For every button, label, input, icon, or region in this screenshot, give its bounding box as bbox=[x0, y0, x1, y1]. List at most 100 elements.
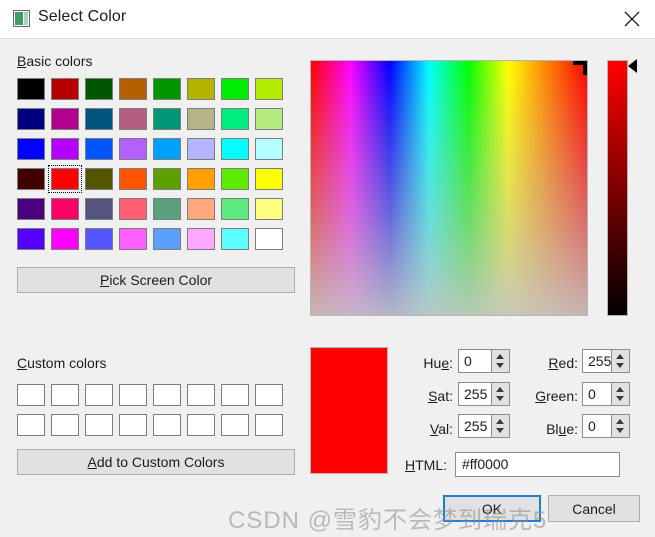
green-label-post: reen: bbox=[546, 388, 578, 404]
gradient-cursor-crosshair[interactable] bbox=[573, 61, 587, 75]
hue-label-post: : bbox=[449, 355, 453, 371]
basic-color-swatch-1-1[interactable] bbox=[51, 108, 79, 130]
basic-color-swatch-4-3[interactable] bbox=[119, 198, 147, 220]
val-mnemonic: V bbox=[429, 421, 439, 437]
basic-color-swatch-4-5[interactable] bbox=[187, 198, 215, 220]
basic-color-swatch-0-4[interactable] bbox=[153, 78, 181, 100]
basic-color-swatch-2-1[interactable] bbox=[51, 138, 79, 160]
custom-color-swatch-1-6[interactable] bbox=[221, 414, 249, 436]
close-icon[interactable] bbox=[609, 0, 655, 37]
green-stepper[interactable] bbox=[611, 383, 629, 405]
basic-color-swatch-1-2[interactable] bbox=[85, 108, 113, 130]
basic-color-swatch-5-4[interactable] bbox=[153, 228, 181, 250]
green-spinbox[interactable]: 0 bbox=[582, 382, 630, 406]
custom-colors-grid[interactable] bbox=[17, 384, 289, 444]
custom-color-swatch-1-2[interactable] bbox=[85, 414, 113, 436]
basic-color-swatch-4-6[interactable] bbox=[221, 198, 249, 220]
value-slider-handle-icon[interactable] bbox=[628, 59, 637, 73]
basic-color-swatch-1-0[interactable] bbox=[17, 108, 45, 130]
sat-spinbox[interactable]: 255 bbox=[458, 382, 510, 406]
custom-color-swatch-0-0[interactable] bbox=[17, 384, 45, 406]
add-to-custom-colors-button[interactable]: Add to Custom Colors bbox=[17, 449, 295, 475]
custom-color-swatch-1-4[interactable] bbox=[153, 414, 181, 436]
hue-spinbox[interactable]: 0 bbox=[458, 349, 510, 373]
basic-color-swatch-1-5[interactable] bbox=[187, 108, 215, 130]
cancel-button[interactable]: Cancel bbox=[548, 495, 640, 522]
custom-color-swatch-1-0[interactable] bbox=[17, 414, 45, 436]
basic-color-swatch-2-4[interactable] bbox=[153, 138, 181, 160]
basic-color-swatch-5-5[interactable] bbox=[187, 228, 215, 250]
basic-color-swatch-4-2[interactable] bbox=[85, 198, 113, 220]
basic-color-swatch-1-3[interactable] bbox=[119, 108, 147, 130]
basic-color-swatch-4-0[interactable] bbox=[17, 198, 45, 220]
basic-color-swatch-2-2[interactable] bbox=[85, 138, 113, 160]
basic-color-swatch-4-4[interactable] bbox=[153, 198, 181, 220]
basic-color-swatch-3-1[interactable] bbox=[48, 165, 82, 193]
blue-spinbox[interactable]: 0 bbox=[582, 414, 630, 438]
custom-color-swatch-0-5[interactable] bbox=[187, 384, 215, 406]
html-color-input[interactable]: #ff0000 bbox=[455, 452, 620, 477]
value-slider[interactable] bbox=[607, 60, 628, 316]
basic-color-swatch-0-2[interactable] bbox=[85, 78, 113, 100]
basic-color-swatch-1-6[interactable] bbox=[221, 108, 249, 130]
pick-screen-color-button[interactable]: Pick Screen Color bbox=[17, 267, 295, 293]
red-spinbox[interactable]: 255 bbox=[582, 349, 630, 373]
basic-color-swatch-1-4[interactable] bbox=[153, 108, 181, 130]
basic-color-swatch-3-3[interactable] bbox=[119, 168, 147, 190]
basic-color-swatch-5-6[interactable] bbox=[221, 228, 249, 250]
custom-colors-label: Custom colors bbox=[17, 355, 106, 371]
basic-color-swatch-3-5[interactable] bbox=[187, 168, 215, 190]
custom-color-swatch-1-1[interactable] bbox=[51, 414, 79, 436]
basic-color-swatch-3-6[interactable] bbox=[221, 168, 249, 190]
custom-color-swatch-0-4[interactable] bbox=[153, 384, 181, 406]
green-mnemonic: G bbox=[535, 388, 547, 404]
saturation-value-gradient[interactable] bbox=[310, 60, 588, 316]
custom-color-swatch-1-7[interactable] bbox=[255, 414, 283, 436]
custom-color-swatch-1-3[interactable] bbox=[119, 414, 147, 436]
hue-stepper[interactable] bbox=[491, 350, 509, 372]
basic-color-swatch-3-2[interactable] bbox=[85, 168, 113, 190]
custom-colors-mnemonic: C bbox=[17, 355, 28, 371]
basic-color-swatch-0-1[interactable] bbox=[51, 78, 79, 100]
sat-label: Sat: bbox=[405, 388, 453, 404]
basic-color-swatch-5-0[interactable] bbox=[17, 228, 45, 250]
html-mnemonic: H bbox=[404, 457, 416, 473]
basic-color-swatch-2-5[interactable] bbox=[187, 138, 215, 160]
ok-button[interactable]: OK bbox=[443, 495, 541, 522]
basic-color-swatch-2-6[interactable] bbox=[221, 138, 249, 160]
basic-color-swatch-2-3[interactable] bbox=[119, 138, 147, 160]
val-stepper[interactable] bbox=[491, 415, 509, 437]
basic-color-swatch-4-7[interactable] bbox=[255, 198, 283, 220]
basic-color-swatch-3-4[interactable] bbox=[153, 168, 181, 190]
custom-color-swatch-0-2[interactable] bbox=[85, 384, 113, 406]
custom-color-swatch-0-1[interactable] bbox=[51, 384, 79, 406]
basic-color-swatch-3-7[interactable] bbox=[255, 168, 283, 190]
blue-stepper[interactable] bbox=[611, 415, 629, 437]
add-custom-colors-mnemonic: A bbox=[87, 454, 97, 470]
custom-color-swatch-1-5[interactable] bbox=[187, 414, 215, 436]
sat-stepper[interactable] bbox=[491, 383, 509, 405]
basic-color-swatch-0-6[interactable] bbox=[221, 78, 249, 100]
red-stepper[interactable] bbox=[611, 350, 629, 372]
custom-color-swatch-0-3[interactable] bbox=[119, 384, 147, 406]
basic-color-swatch-5-3[interactable] bbox=[119, 228, 147, 250]
custom-color-swatch-0-7[interactable] bbox=[255, 384, 283, 406]
basic-color-swatch-5-2[interactable] bbox=[85, 228, 113, 250]
basic-color-swatch-4-1[interactable] bbox=[51, 198, 79, 220]
basic-color-swatch-0-5[interactable] bbox=[187, 78, 215, 100]
basic-color-swatch-0-7[interactable] bbox=[255, 78, 283, 100]
basic-color-swatch-2-0[interactable] bbox=[17, 138, 45, 160]
val-spinbox[interactable]: 255 bbox=[458, 414, 510, 438]
red-mnemonic: R bbox=[548, 355, 559, 371]
basic-color-swatch-0-0[interactable] bbox=[17, 78, 45, 100]
basic-color-swatch-0-3[interactable] bbox=[119, 78, 147, 100]
basic-color-swatch-5-7[interactable] bbox=[255, 228, 283, 250]
basic-color-swatch-2-7[interactable] bbox=[255, 138, 283, 160]
basic-color-swatch-1-7[interactable] bbox=[255, 108, 283, 130]
custom-color-swatch-0-6[interactable] bbox=[221, 384, 249, 406]
basic-color-swatch-3-0[interactable] bbox=[17, 168, 45, 190]
color-preview-swatch bbox=[310, 347, 388, 474]
sat-label-post: at: bbox=[437, 388, 453, 404]
basic-colors-grid[interactable] bbox=[17, 78, 289, 258]
basic-color-swatch-5-1[interactable] bbox=[51, 228, 79, 250]
